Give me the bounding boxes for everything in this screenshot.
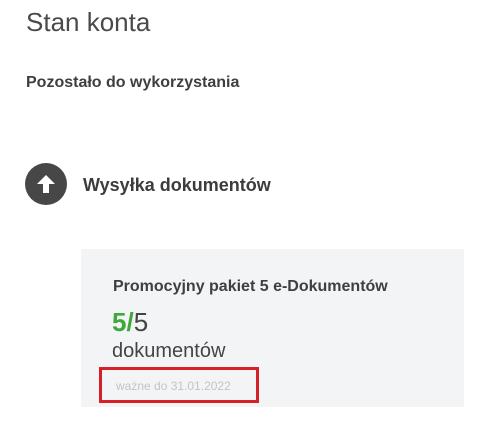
remaining-subtitle: Pozostało do wykorzystania bbox=[26, 74, 240, 91]
total-count: 5 bbox=[133, 307, 149, 337]
remaining-count: 5 bbox=[112, 307, 127, 337]
package-name: Promocyjny pakiet 5 e-Dokumentów bbox=[113, 278, 388, 295]
package-count: 5/5 bbox=[112, 306, 148, 338]
section-icon-container bbox=[25, 163, 67, 205]
validity-date: ważne do 31.01.2022 bbox=[116, 379, 231, 393]
count-separator: / bbox=[126, 307, 134, 337]
page-title: Stan konta bbox=[26, 7, 151, 37]
section-title: Wysyłka dokumentów bbox=[83, 175, 271, 195]
unit-label: dokumentów bbox=[112, 340, 226, 362]
package-card: Promocyjny pakiet 5 e-Dokumentów 5/5 dok… bbox=[81, 249, 464, 407]
arrow-up-icon bbox=[37, 175, 55, 193]
validity-highlight-box: ważne do 31.01.2022 bbox=[99, 367, 259, 403]
